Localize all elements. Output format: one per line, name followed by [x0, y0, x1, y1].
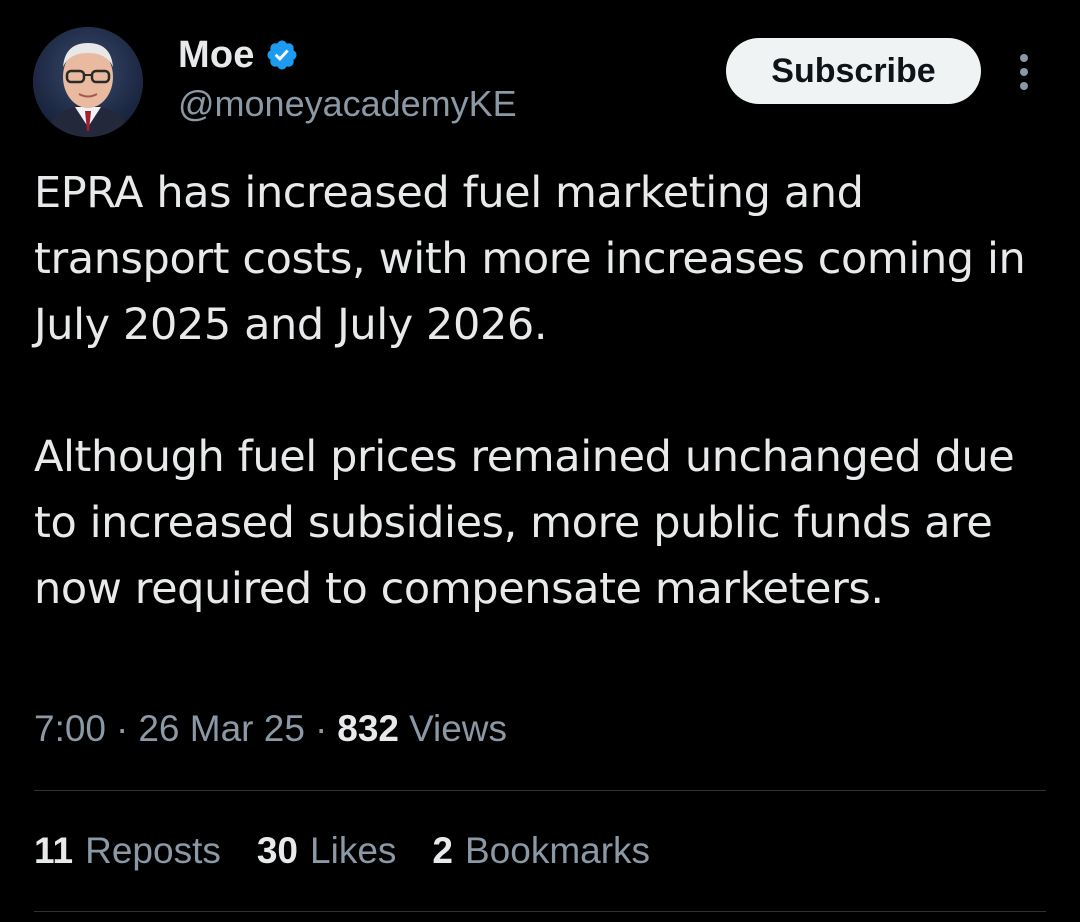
reposts-count: 11 — [34, 830, 74, 871]
tweet-time[interactable]: 7:00 — [34, 708, 106, 750]
bookmarks-count: 2 — [432, 830, 453, 871]
author-handle[interactable]: @moneyacademyKE — [178, 83, 517, 125]
tweet-text: EPRA has increased fuel marketing and tr… — [34, 160, 1054, 622]
divider — [34, 911, 1046, 912]
bookmarks-stat[interactable]: 2 Bookmarks — [432, 830, 650, 872]
tweet-meta: 7:00 · 26 Mar 25 · 832 Views — [34, 708, 507, 750]
reposts-label: Reposts — [85, 830, 221, 871]
separator-dot: · — [116, 708, 129, 749]
author-display-name[interactable]: Moe — [178, 34, 255, 77]
tweet-header: Moe @moneyacademyKE Subscribe — [0, 0, 1080, 150]
subscribe-button[interactable]: Subscribe — [726, 38, 981, 104]
profile-photo-icon — [33, 27, 143, 137]
tweet-paragraph: Although fuel prices remained unchanged … — [34, 432, 1015, 614]
likes-stat[interactable]: 30 Likes — [257, 830, 397, 872]
author-name-row[interactable]: Moe — [178, 32, 299, 78]
reposts-stat[interactable]: 11 Reposts — [34, 830, 221, 872]
tweet-paragraph: EPRA has increased fuel marketing and tr… — [34, 168, 1026, 350]
engagement-stats: 11 Reposts 30 Likes 2 Bookmarks — [34, 830, 686, 872]
verified-badge-icon — [265, 38, 299, 72]
bookmarks-label: Bookmarks — [464, 830, 651, 871]
more-vertical-icon[interactable] — [1010, 50, 1038, 94]
separator-dot: · — [314, 708, 328, 749]
avatar[interactable] — [33, 27, 143, 137]
views-count[interactable]: 832 — [337, 708, 399, 750]
views-label[interactable]: Views — [409, 708, 507, 750]
tweet-date[interactable]: 26 Mar 25 — [138, 708, 305, 750]
likes-label: Likes — [310, 830, 397, 871]
divider — [34, 790, 1046, 791]
likes-count: 30 — [256, 830, 299, 871]
